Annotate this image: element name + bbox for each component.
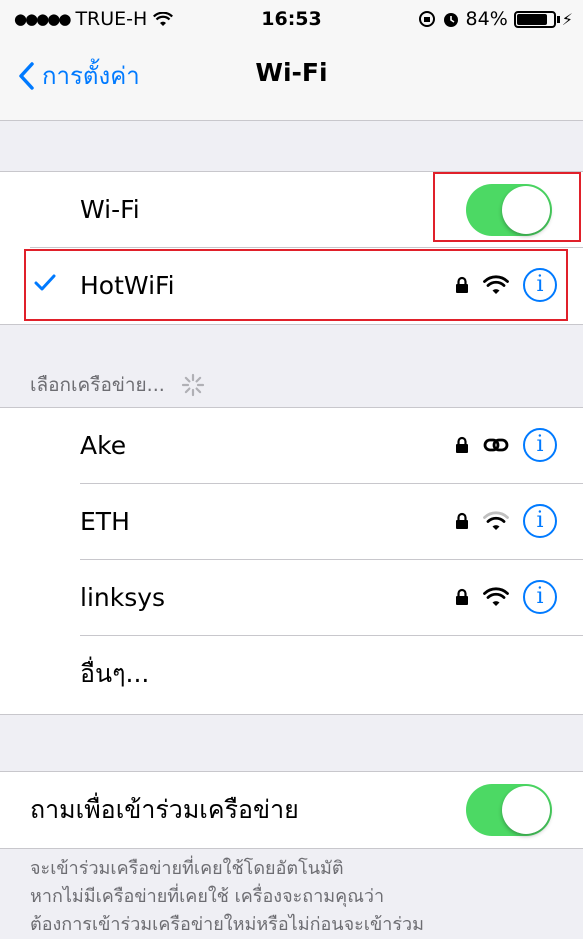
network-icons: i	[455, 580, 557, 614]
navigation-bar: การตั้งค่า Wi-Fi	[0, 38, 583, 121]
other-network-label: อื่นๆ...	[80, 659, 150, 688]
description-line: หากไม่มีเครือข่ายที่เคยใช้ เครื่องจะถามค…	[30, 886, 385, 907]
lock-icon	[456, 512, 468, 529]
toggle-knob	[502, 786, 550, 834]
ask-to-join-toggle[interactable]	[466, 784, 552, 836]
network-row-linksys[interactable]: linksys i	[0, 560, 583, 636]
choose-network-label: เลือกเครือข่าย...	[30, 374, 165, 396]
network-icons: i	[455, 428, 557, 462]
wifi-group: Wi-Fi HotWiFi i	[0, 171, 583, 325]
network-icons: i	[455, 504, 557, 538]
network-icons: i	[455, 268, 557, 302]
info-button[interactable]: i	[523, 504, 557, 538]
network-name: Ake	[80, 431, 127, 460]
page-title: Wi-Fi	[255, 58, 328, 87]
network-name: ETH	[80, 507, 130, 536]
toggle-knob	[502, 186, 550, 234]
info-button[interactable]: i	[523, 428, 557, 462]
choose-network-header: เลือกเครือข่าย...	[30, 370, 205, 400]
wifi-icon	[483, 511, 509, 530]
wifi-label: Wi-Fi	[80, 195, 140, 224]
lock-icon	[456, 588, 468, 605]
description-line: จะเข้าร่วมเครือข่ายที่เคยใช้โดยอัตโนมัติ	[30, 858, 344, 879]
info-button[interactable]: i	[523, 580, 557, 614]
charging-icon: ⚡	[561, 9, 573, 29]
other-network-row[interactable]: อื่นๆ...	[0, 636, 583, 714]
wifi-toggle-row: Wi-Fi	[0, 172, 583, 248]
checkmark-icon	[34, 274, 56, 291]
info-button[interactable]: i	[523, 268, 557, 302]
lock-icon	[456, 436, 468, 453]
alarm-icon	[443, 13, 458, 27]
network-name: linksys	[80, 583, 166, 612]
networks-group: Ake i ETH i linksys i อื่นๆ...	[0, 407, 583, 715]
battery-icon	[513, 10, 556, 28]
connected-network-row[interactable]: HotWiFi i	[0, 248, 583, 324]
wifi-icon	[483, 275, 509, 294]
network-row-eth[interactable]: ETH i	[0, 484, 583, 560]
lock-icon	[456, 276, 468, 293]
link-icon	[483, 438, 509, 452]
ask-to-join-group: ถามเพื่อเข้าร่วมเครือข่าย	[0, 771, 583, 849]
status-right: 84% ⚡	[418, 8, 573, 30]
network-row-ake[interactable]: Ake i	[0, 408, 583, 484]
ask-to-join-description: จะเข้าร่วมเครือข่ายที่เคยใช้โดยอัตโนมัติ…	[30, 855, 560, 939]
wifi-icon	[483, 587, 509, 606]
battery-level	[516, 13, 547, 25]
loading-spinner-icon	[181, 373, 204, 397]
connected-network-name: HotWiFi	[80, 271, 175, 300]
battery-cap	[556, 15, 560, 23]
ask-to-join-label: ถามเพื่อเข้าร่วมเครือข่าย	[30, 795, 299, 824]
status-bar: ●●●●● TRUE-H 16:53 84% ⚡	[0, 0, 583, 38]
rotation-lock-icon	[418, 11, 435, 27]
wifi-toggle[interactable]	[466, 184, 552, 236]
battery-percent: 84%	[465, 8, 508, 30]
